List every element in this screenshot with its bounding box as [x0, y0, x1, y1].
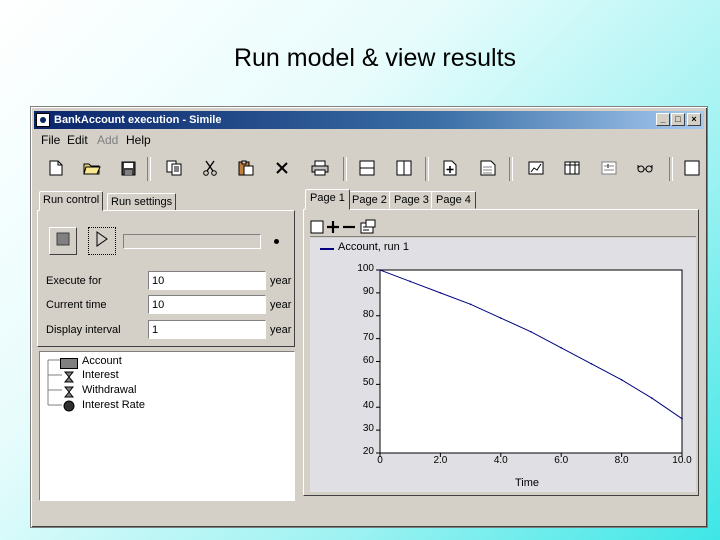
properties-icon[interactable]: [360, 219, 376, 239]
menu-file[interactable]: File: [41, 133, 60, 147]
app-icon: [36, 113, 50, 127]
x-tick-label: 6.0: [554, 455, 569, 466]
y-tick-label: 30: [362, 423, 374, 435]
tab-page-2[interactable]: Page 2: [347, 191, 392, 209]
x-tick-label: 4.0: [493, 455, 508, 466]
open-folder-icon[interactable]: [83, 159, 101, 177]
play-button[interactable]: [88, 227, 116, 255]
tab-page-3[interactable]: Page 3: [389, 191, 434, 209]
stop-button[interactable]: [49, 227, 77, 255]
data-point: [469, 303, 472, 306]
toolbar-separator: [343, 157, 347, 181]
data-point: [530, 330, 532, 333]
toolbar-separator: [425, 157, 429, 181]
cut-icon[interactable]: [201, 159, 219, 177]
current-time-label: Current time: [46, 299, 107, 311]
y-tick-label: 70: [362, 331, 374, 343]
results-panel: Page 1 Page 2 Page 3 Page 4 Account, run…: [303, 189, 701, 496]
copy-icon[interactable]: [165, 159, 183, 177]
progress-bar: [123, 234, 261, 249]
new-file-icon[interactable]: [47, 159, 65, 177]
tab-page-4[interactable]: Page 4: [431, 191, 476, 209]
execute-for-label: Execute for: [46, 275, 102, 287]
tab-run-settings[interactable]: Run settings: [107, 193, 177, 211]
tree-item-withdrawal[interactable]: Withdrawal: [82, 384, 136, 396]
display-interval-input[interactable]: 1: [148, 320, 266, 339]
split-vertical-icon[interactable]: [395, 159, 413, 177]
toolbar-separator: [509, 157, 513, 181]
plot-area: Account, run 1 Time 100 90 80 70 60 50 40 30 20 0…: [310, 238, 696, 492]
display-interval-label: Display interval: [46, 324, 121, 336]
close-button[interactable]: ×: [687, 113, 701, 126]
status-dot: [274, 239, 279, 244]
current-time-input[interactable]: 10: [148, 295, 266, 314]
x-tick-label: 10.0: [672, 455, 692, 466]
window-title: BankAccount execution - Simile: [54, 114, 222, 126]
x-tick-label: 8.0: [614, 455, 629, 466]
print-icon[interactable]: [311, 159, 329, 177]
remove-icon[interactable]: [342, 220, 356, 239]
select-box-icon[interactable]: [310, 220, 324, 239]
minimize-button[interactable]: _: [656, 113, 670, 126]
tab-run-control[interactable]: Run control: [39, 191, 104, 211]
tree-item-interest[interactable]: Interest: [82, 369, 119, 381]
page-settings-icon[interactable]: [479, 159, 497, 177]
toolbar-separator: [669, 157, 673, 181]
menu-add[interactable]: Add: [97, 133, 118, 147]
y-tick-label: 60: [362, 354, 374, 366]
y-tick-label: 50: [362, 377, 374, 389]
x-tick-label: 0: [377, 455, 383, 466]
menu-edit[interactable]: Edit: [67, 133, 88, 147]
add-icon[interactable]: [326, 220, 340, 239]
delete-icon[interactable]: [273, 159, 291, 177]
variable-icon: [63, 399, 75, 417]
model-tree: Account Interest Withdrawal Interest Rat…: [39, 351, 295, 501]
table-icon[interactable]: [563, 159, 581, 177]
data-point: [681, 417, 683, 420]
stop-icon: [56, 232, 70, 251]
play-icon: [95, 230, 109, 252]
data-point: [379, 269, 381, 271]
maximize-button[interactable]: □: [671, 113, 685, 126]
y-tick-label: 100: [357, 263, 374, 274]
run-panel: Run control Run settings Execute for 10 …: [37, 191, 299, 347]
tree-item-account[interactable]: Account: [82, 355, 122, 367]
toolbar: [35, 153, 705, 183]
y-tick-label: 80: [362, 308, 374, 320]
run-control-body: Execute for 10 year Current time 10 year…: [37, 210, 295, 347]
tree-item-interest-rate[interactable]: Interest Rate: [82, 399, 145, 411]
execute-for-unit: year: [270, 275, 292, 287]
paste-icon[interactable]: [237, 159, 255, 177]
y-tick-label: 90: [362, 285, 374, 297]
split-horizontal-icon[interactable]: [358, 159, 376, 177]
menu-help[interactable]: Help: [126, 133, 151, 147]
graph-toolbar: [310, 218, 696, 237]
slide-title: Run model & view results: [233, 44, 517, 72]
data-point: [620, 379, 623, 381]
data-point: [651, 397, 653, 399]
x-tick-label: 2.0: [433, 455, 448, 466]
glasses-icon[interactable]: [636, 159, 654, 177]
execute-for-input[interactable]: 10: [148, 271, 266, 290]
data-point: [590, 362, 593, 365]
toolbar-separator: [147, 157, 151, 181]
tab-page-1[interactable]: Page 1: [305, 189, 350, 210]
slider-icon[interactable]: [600, 159, 618, 177]
add-page-icon[interactable]: [441, 159, 459, 177]
display-interval-unit: year: [270, 324, 292, 336]
page-body: Account, run 1 Time 100 90 80 70 60 50 40 30 20 0…: [303, 209, 699, 496]
data-point: [409, 280, 411, 283]
window-icon[interactable]: [683, 159, 701, 177]
current-time-unit: year: [270, 299, 292, 311]
simile-window: BankAccount execution - Simile _ □ × Fil…: [30, 106, 708, 528]
y-tick-label: 40: [362, 400, 374, 412]
plot-frame: [379, 269, 683, 454]
data-point: [439, 292, 442, 294]
data-point: [560, 346, 562, 349]
title-bar[interactable]: BankAccount execution - Simile _ □ ×: [34, 111, 704, 129]
save-icon[interactable]: [119, 159, 137, 177]
plot-icon[interactable]: [527, 159, 545, 177]
data-point: [500, 317, 502, 319]
